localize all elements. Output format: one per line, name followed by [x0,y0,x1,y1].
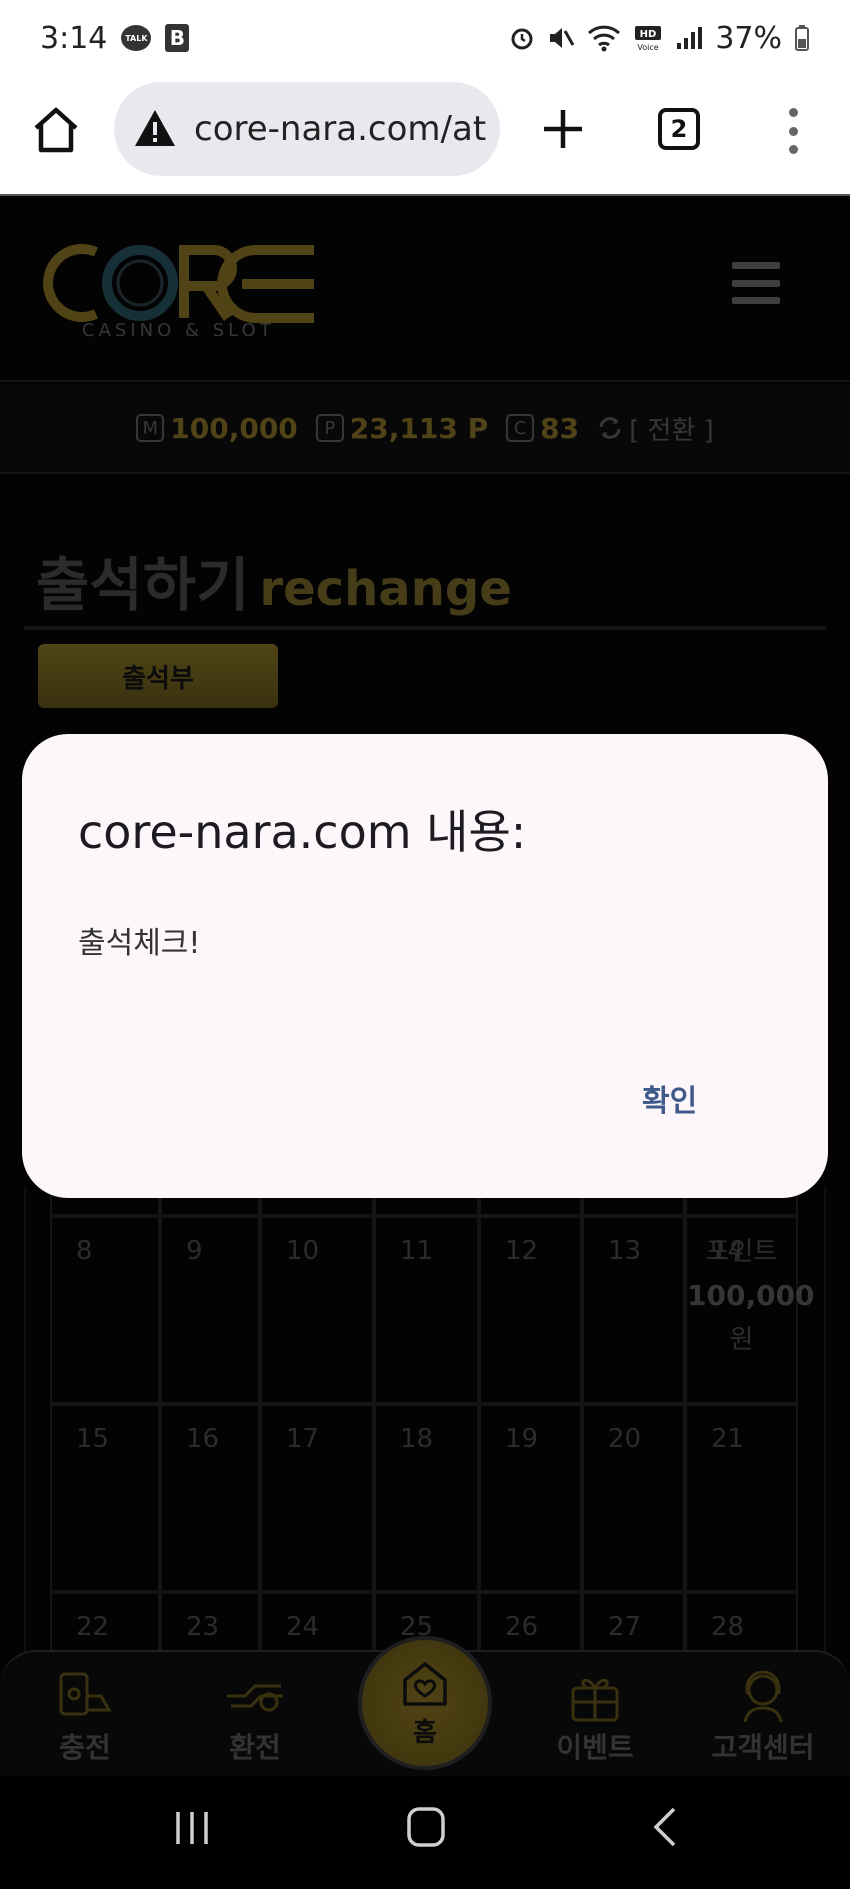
dialog-title: core-nara.com 내용: [78,805,527,859]
alert-dialog: core-nara.com 내용: 출석체크! 확인 [22,734,828,1198]
status-left: 3:14 TALK B [40,20,190,56]
back-icon[interactable] [650,1806,682,1848]
url-text[interactable]: core-nara.com/at [194,109,494,149]
status-time: 3:14 [40,20,108,56]
alarm-icon [511,28,533,50]
svg-text:HD: HD [640,29,657,40]
battery-icon [795,25,809,51]
android-navigation-bar [0,1776,850,1889]
browser-home-icon[interactable] [30,104,82,156]
dialog-message: 출석체크! [78,926,201,961]
kakaotalk-icon: TALK [121,25,152,51]
status-bar: 3:14 TALK B HD Voice 37% [0,0,850,76]
recent-apps-icon[interactable] [172,1808,212,1848]
home-button-icon[interactable] [406,1806,446,1848]
new-tab-plus-icon[interactable] [538,104,588,154]
signal-icon [677,27,703,49]
browser-toolbar: core-nara.com/at 2 [0,76,850,196]
wifi-icon [588,25,621,52]
not-secure-warning-icon[interactable] [132,106,178,152]
b-app-icon: B [165,24,190,52]
battery-percent: 37% [715,20,782,56]
mute-icon [550,28,575,48]
hd-voice-icon: HD Voice [635,26,662,52]
browser-menu-icon[interactable] [784,108,802,154]
ok-button[interactable]: 확인 [632,1070,707,1126]
svg-text:Voice: Voice [638,43,659,52]
status-right: HD Voice 37% [509,21,810,56]
address-bar[interactable]: core-nara.com/at [114,82,500,176]
tab-switcher-button[interactable]: 2 [658,108,700,150]
